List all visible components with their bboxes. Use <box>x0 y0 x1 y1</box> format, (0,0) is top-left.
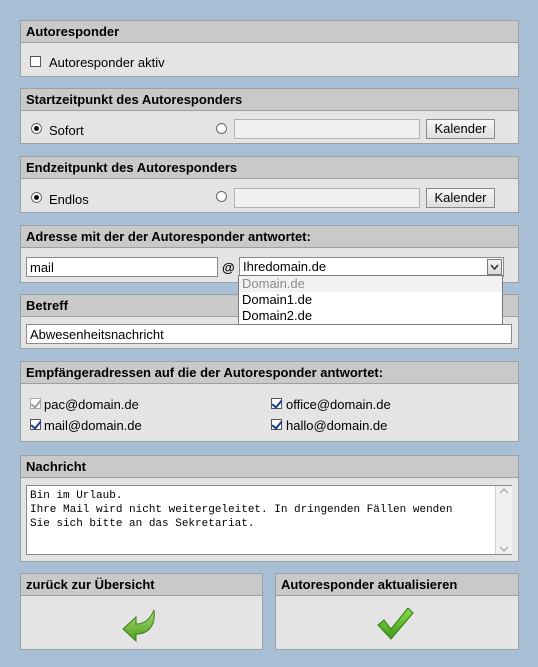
at-sign: @ <box>222 260 235 275</box>
recipient-address: hallo@domain.de <box>286 418 388 433</box>
address-localpart-input[interactable] <box>26 257 218 277</box>
start-date-input[interactable] <box>234 119 420 139</box>
autoresponder-panel: Autoresponder Autoresponder aktiv <box>20 20 519 77</box>
recipient-checkbox[interactable] <box>271 398 282 409</box>
recipient-checkbox[interactable] <box>271 419 282 430</box>
start-date-radio[interactable] <box>216 123 227 134</box>
recipient-address: office@domain.de <box>286 397 391 412</box>
start-now-label: Sofort <box>49 123 84 138</box>
recipient-address: mail@domain.de <box>44 418 142 433</box>
back-arrow-icon[interactable] <box>120 604 160 644</box>
message-textarea[interactable]: Bin im Urlaub. Ihre Mail wird nicht weit… <box>26 485 512 555</box>
update-title: Autoresponder aktualisieren <box>276 574 518 596</box>
back-panel[interactable]: zurück zur Übersicht <box>20 573 263 650</box>
update-panel[interactable]: Autoresponder aktualisieren <box>275 573 519 650</box>
dropdown-option[interactable]: Domain.de <box>239 276 502 292</box>
domain-select-value: Ihredomain.de <box>243 259 327 274</box>
autoresponder-title: Autoresponder <box>21 21 518 43</box>
start-panel: Startzeitpunkt des Autoresponders Sofort… <box>20 88 519 144</box>
end-endless-radio[interactable] <box>31 192 42 203</box>
autoresponder-active-checkbox[interactable] <box>30 56 41 67</box>
address-title: Adresse mit der der Autoresponder antwor… <box>21 226 518 248</box>
recipients-panel: Empfängeradressen auf die der Autorespon… <box>20 361 519 442</box>
checkmark-icon[interactable] <box>375 604 415 644</box>
end-date-radio[interactable] <box>216 191 227 202</box>
message-scrollbar[interactable] <box>495 486 512 554</box>
end-panel: Endzeitpunkt des Autoresponders Endlos K… <box>20 156 519 213</box>
scroll-arrows-icon <box>499 487 509 553</box>
start-calendar-button[interactable]: Kalender <box>426 119 495 139</box>
end-endless-label: Endlos <box>49 192 89 207</box>
chevron-down-icon[interactable] <box>487 259 502 275</box>
end-calendar-button[interactable]: Kalender <box>426 188 495 208</box>
domain-select[interactable]: Ihredomain.de <box>239 257 504 277</box>
recipient-checkbox <box>30 398 41 409</box>
subject-input[interactable] <box>26 324 512 344</box>
start-title: Startzeitpunkt des Autoresponders <box>21 89 518 111</box>
recipient-checkbox[interactable] <box>30 419 41 430</box>
domain-dropdown-list: Domain.de Domain1.de Domain2.de <box>238 275 503 325</box>
recipient-address: pac@domain.de <box>44 397 139 412</box>
back-title: zurück zur Übersicht <box>21 574 262 596</box>
end-date-input[interactable] <box>234 188 420 208</box>
start-now-radio[interactable] <box>31 123 42 134</box>
end-title: Endzeitpunkt des Autoresponders <box>21 157 518 179</box>
recipients-title: Empfängeradressen auf die der Autorespon… <box>21 362 518 384</box>
message-panel: Nachricht Bin im Urlaub. Ihre Mail wird … <box>20 455 519 562</box>
dropdown-option[interactable]: Domain2.de <box>239 308 502 324</box>
dropdown-option[interactable]: Domain1.de <box>239 292 502 308</box>
autoresponder-active-label: Autoresponder aktiv <box>49 55 165 70</box>
message-title: Nachricht <box>21 456 518 478</box>
